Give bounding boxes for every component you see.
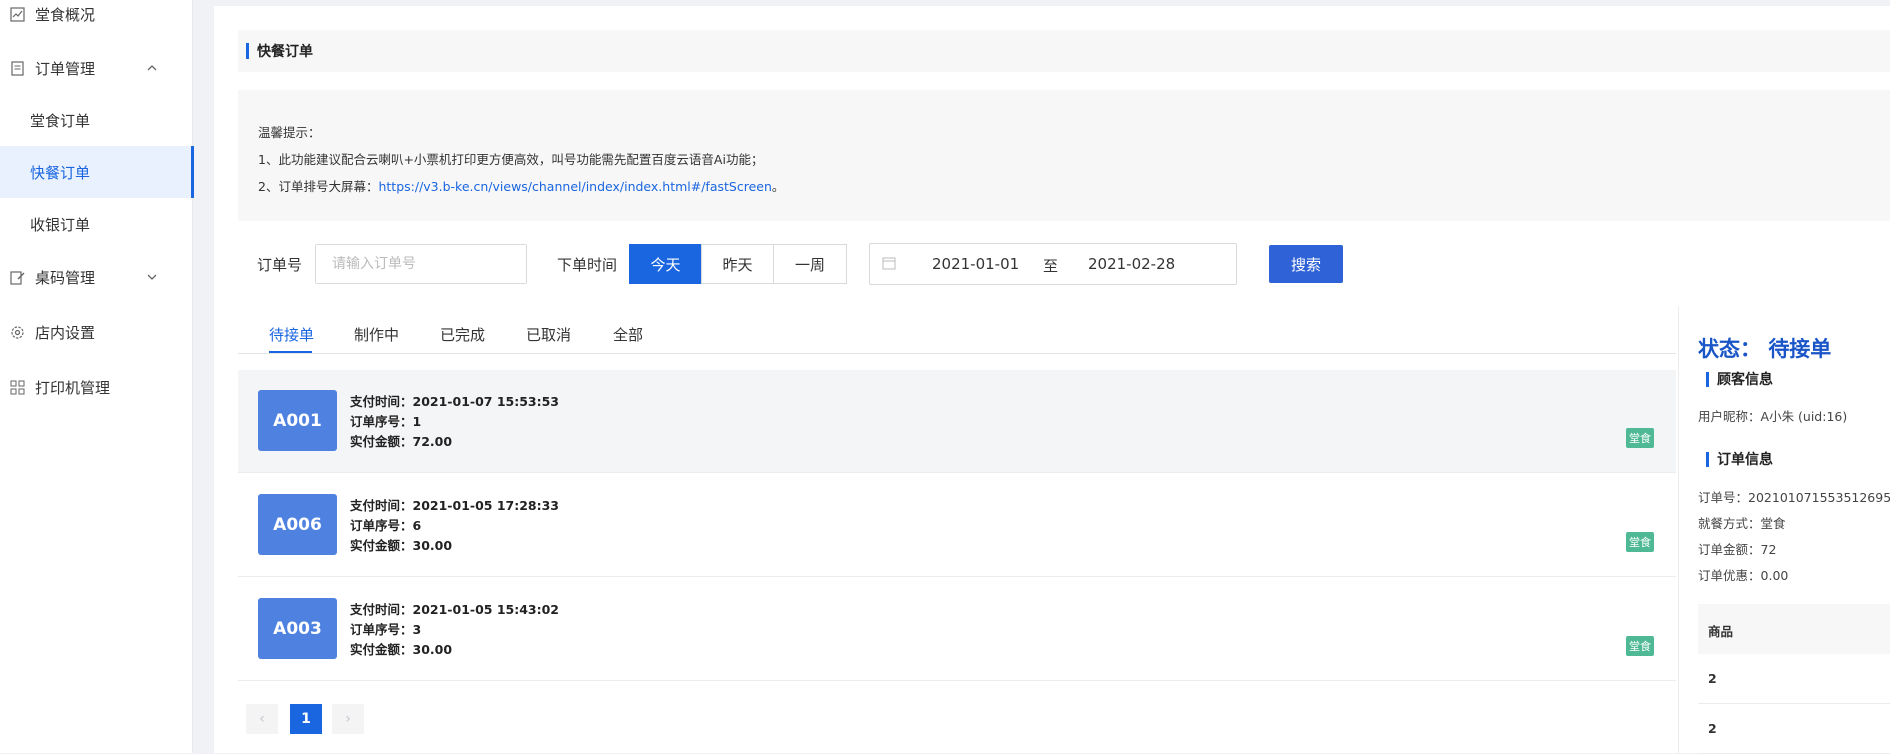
sidebar-item-label: 店内设置 bbox=[35, 323, 96, 342]
date-separator: 至 bbox=[1043, 257, 1059, 275]
notice-heading: 温馨提示： bbox=[258, 125, 321, 140]
dine-in-tag: 堂食 bbox=[1626, 532, 1654, 552]
date-range-picker[interactable]: 2021-01-01 至 2021-02-28 bbox=[869, 243, 1237, 285]
chevron-down-icon bbox=[146, 269, 158, 287]
sidebar-subitem-label: 收银订单 bbox=[30, 215, 91, 234]
title-marker bbox=[246, 43, 249, 59]
sidebar-item-table-code[interactable]: 桌码管理 bbox=[0, 257, 192, 297]
grid-icon bbox=[9, 379, 25, 395]
order-status: 状态： 待接单 bbox=[1698, 333, 1831, 363]
panel-divider bbox=[1678, 306, 1679, 753]
main-content: 快餐订单 温馨提示： 1、此功能建议配合云喇叭+小票机打印更方便高效，叫号功能需… bbox=[214, 6, 1890, 754]
sidebar-item-dine-overview[interactable]: 堂食概况 bbox=[0, 0, 192, 34]
order-no-field bbox=[315, 244, 527, 284]
order-seq: 订单序号：1 bbox=[350, 414, 422, 429]
tab-all[interactable]: 全部 bbox=[613, 324, 643, 345]
order-seq: 订单序号：6 bbox=[350, 518, 422, 533]
tab-completed[interactable]: 已完成 bbox=[440, 324, 485, 345]
tab-in-progress[interactable]: 制作中 bbox=[354, 324, 399, 345]
notice-box: 温馨提示： 1、此功能建议配合云喇叭+小票机打印更方便高效，叫号功能需先配置百度… bbox=[238, 90, 1890, 221]
status-value: 待接单 bbox=[1768, 337, 1832, 361]
order-code-badge: A006 bbox=[258, 494, 337, 555]
time-option-week[interactable]: 一周 bbox=[773, 244, 847, 284]
sidebar-subitem-dine-orders[interactable]: 堂食订单 bbox=[0, 94, 194, 146]
sidebar-subitem-label: 堂食订单 bbox=[30, 111, 91, 130]
order-seq: 订单序号：3 bbox=[350, 622, 422, 637]
order-amount: 实付金额：30.00 bbox=[350, 642, 453, 657]
page-title: 快餐订单 bbox=[257, 44, 313, 60]
detail-dine-mode: 就餐方式：堂食 bbox=[1698, 516, 1786, 531]
edit-icon bbox=[9, 269, 25, 285]
time-option-yesterday[interactable]: 昨天 bbox=[701, 244, 774, 284]
goods-header-label: 商品 bbox=[1708, 624, 1734, 639]
notice-line-2: 2、订单排号大屏幕：https://v3.b-ke.cn/views/chann… bbox=[258, 176, 784, 195]
time-option-today[interactable]: 今天 bbox=[629, 244, 702, 284]
order-code-badge: A003 bbox=[258, 598, 337, 659]
sidebar-item-label: 堂食概况 bbox=[35, 5, 96, 24]
sidebar-subitem-cashier-orders[interactable]: 收银订单 bbox=[0, 198, 194, 250]
order-pay-time: 支付时间：2021-01-07 15:53:53 bbox=[350, 394, 560, 409]
page-title-bar: 快餐订单 bbox=[238, 30, 1890, 72]
order-pay-time: 支付时间：2021-01-05 15:43:02 bbox=[350, 602, 560, 617]
chart-icon bbox=[9, 6, 25, 22]
sidebar-item-label: 订单管理 bbox=[35, 59, 96, 78]
gear-icon bbox=[9, 324, 25, 340]
tab-cancelled[interactable]: 已取消 bbox=[526, 324, 571, 345]
search-button[interactable]: 搜索 bbox=[1269, 245, 1343, 283]
tab-divider bbox=[238, 353, 1676, 354]
status-label: 状态： bbox=[1698, 337, 1761, 361]
goods-table-row: 2 bbox=[1698, 654, 1890, 704]
order-time-label: 下单时间 bbox=[557, 256, 618, 274]
goods-cell: 2 bbox=[1708, 721, 1717, 736]
next-page-button[interactable]: › bbox=[332, 704, 364, 734]
sidebar-subitem-fast-orders[interactable]: 快餐订单 bbox=[0, 146, 194, 198]
tab-pending[interactable]: 待接单 bbox=[269, 324, 314, 345]
customer-nickname: 用户昵称：A小朱 (uid:16) bbox=[1698, 409, 1848, 424]
sidebar-item-label: 桌码管理 bbox=[35, 268, 96, 287]
order-pay-time: 支付时间：2021-01-05 17:28:33 bbox=[350, 498, 560, 513]
document-icon bbox=[9, 60, 25, 76]
sidebar-item-label: 打印机管理 bbox=[35, 378, 111, 397]
chevron-up-icon bbox=[146, 60, 158, 78]
order-item[interactable]: A003 支付时间：2021-01-05 15:43:02 订单序号：3 实付金… bbox=[238, 578, 1676, 681]
goods-table-row: 2 bbox=[1698, 704, 1890, 754]
sidebar-item-printer-management[interactable]: 打印机管理 bbox=[0, 367, 192, 407]
date-end: 2021-02-28 bbox=[1088, 255, 1176, 273]
detail-discount: 订单优惠：0.00 bbox=[1698, 568, 1789, 583]
sidebar-item-store-settings[interactable]: 店内设置 bbox=[0, 312, 192, 352]
sidebar-item-order-management[interactable]: 订单管理 bbox=[0, 48, 192, 88]
goods-table-header: 商品 bbox=[1698, 604, 1890, 654]
prev-page-button[interactable]: ‹ bbox=[246, 704, 278, 734]
notice-line-2-prefix: 2、订单排号大屏幕： bbox=[258, 179, 379, 194]
detail-order-no: 订单号：20210107155351269533 bbox=[1698, 490, 1890, 505]
dine-in-tag: 堂食 bbox=[1626, 428, 1654, 448]
order-info-title: 订单信息 bbox=[1706, 449, 1773, 469]
calendar-icon bbox=[882, 256, 896, 274]
notice-line-1: 1、此功能建议配合云喇叭+小票机打印更方便高效，叫号功能需先配置百度云语音Ai功… bbox=[258, 152, 764, 167]
goods-cell: 2 bbox=[1708, 671, 1717, 686]
order-item[interactable]: A001 支付时间：2021-01-07 15:53:53 订单序号：1 实付金… bbox=[238, 370, 1676, 473]
order-code-badge: A001 bbox=[258, 390, 337, 451]
notice-line-2-suffix: 。 bbox=[771, 179, 785, 194]
customer-info-title: 顾客信息 bbox=[1706, 369, 1773, 389]
order-amount: 实付金额：30.00 bbox=[350, 538, 453, 553]
page-1-button[interactable]: 1 bbox=[290, 704, 322, 734]
dine-in-tag: 堂食 bbox=[1626, 636, 1654, 656]
order-item[interactable]: A006 支付时间：2021-01-05 17:28:33 订单序号：6 实付金… bbox=[238, 474, 1676, 577]
sidebar-subitem-label: 快餐订单 bbox=[30, 163, 91, 182]
date-start: 2021-01-01 bbox=[932, 255, 1020, 273]
order-no-label: 订单号 bbox=[257, 256, 303, 274]
detail-amount: 订单金额：72 bbox=[1698, 542, 1777, 557]
order-amount: 实付金额：72.00 bbox=[350, 434, 453, 449]
fast-screen-link[interactable]: https://v3.b-ke.cn/views/channel/index/i… bbox=[378, 179, 771, 194]
sidebar: 堂食概况 订单管理 堂食订单 快餐订单 收银订单 桌码管理 店内设置 打印机管理 bbox=[0, 0, 194, 753]
order-no-input[interactable] bbox=[316, 245, 526, 283]
